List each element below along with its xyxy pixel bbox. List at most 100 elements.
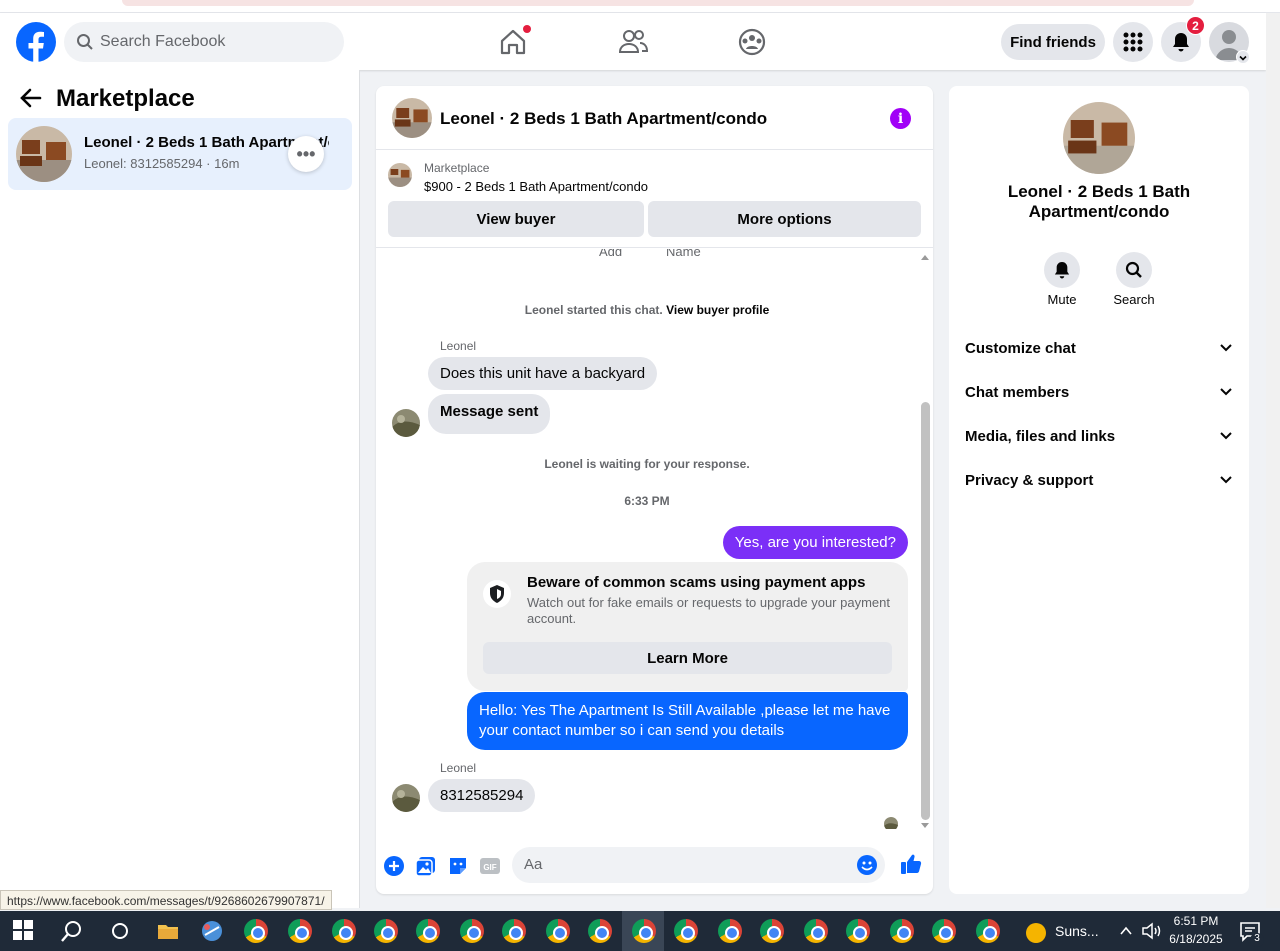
seen-avatar [884, 817, 898, 829]
sender-avatar[interactable] [392, 409, 420, 437]
clock-time[interactable]: 6:51 PM [1166, 914, 1226, 928]
menu-grid-button[interactable] [1113, 22, 1153, 62]
chrome-icon[interactable] [718, 919, 742, 943]
more-options-icon[interactable]: ••• [288, 136, 324, 172]
chrome-icon[interactable] [502, 919, 526, 943]
view-buyer-profile-link[interactable]: View buyer profile [666, 303, 769, 317]
chrome-icon[interactable] [588, 919, 612, 943]
more-options-button[interactable]: More options [648, 201, 921, 237]
back-arrow-icon[interactable] [20, 88, 42, 112]
home-icon[interactable] [491, 21, 535, 63]
chevron-up-icon[interactable] [1118, 923, 1134, 939]
sender-name: Leonel [440, 339, 477, 353]
status-url: https://www.facebook.com/messages/t/9268… [0, 890, 332, 910]
accordion-media-files-links[interactable]: Media, files and links [965, 414, 1233, 458]
chrome-icon[interactable] [546, 919, 570, 943]
chrome-icon[interactable] [976, 919, 1000, 943]
clock-date[interactable]: 6/18/2025 [1166, 932, 1226, 946]
learn-more-button[interactable]: Learn More [483, 642, 892, 674]
incoming-message[interactable]: Does this unit have a backyard [428, 357, 658, 390]
task-view-icon[interactable] [108, 919, 132, 943]
speaker-icon[interactable] [1141, 921, 1163, 941]
emoji-icon[interactable] [857, 855, 877, 875]
chrome-icon[interactable] [932, 919, 956, 943]
scam-warning-card: Beware of common scams using payment app… [467, 562, 908, 691]
snipping-tool-icon[interactable] [200, 919, 224, 943]
conversation-preview: Leonel: 8312585294 · 16m [84, 156, 240, 171]
chat-scroll-thumb[interactable] [921, 402, 930, 820]
message-list: Add Name Leonel started this chat. View … [376, 249, 933, 829]
accordion-customize-chat[interactable]: Customize chat [965, 326, 1233, 370]
weather-icon[interactable] [1024, 919, 1048, 943]
view-buyer-button[interactable]: View buyer [388, 201, 644, 237]
mute-label: Mute [1047, 292, 1077, 307]
find-friends-button[interactable]: Find friends [1001, 24, 1105, 60]
listing-image[interactable] [1063, 102, 1135, 174]
chrome-icon[interactable] [416, 919, 440, 943]
scroll-down-icon[interactable] [920, 822, 930, 830]
incoming-message[interactable]: 8312585294 [428, 779, 536, 812]
chrome-icon[interactable] [846, 919, 870, 943]
waiting-note: Leonel is waiting for your response. [544, 457, 750, 471]
sender-avatar[interactable] [392, 784, 420, 812]
notifications-button[interactable]: 2 [1161, 16, 1205, 62]
info-icon[interactable]: i [890, 108, 911, 129]
cut-label-add: Add [599, 249, 623, 259]
bell-icon [1173, 33, 1189, 52]
listing-price-title[interactable]: $900 - 2 Beds 1 Bath Apartment/condo [424, 179, 648, 194]
svg-text:GIF: GIF [483, 863, 496, 872]
message-input[interactable]: Aa [512, 847, 885, 883]
sticker-icon[interactable] [447, 855, 469, 877]
chrome-icon[interactable] [460, 919, 484, 943]
chrome-icon[interactable] [890, 919, 914, 943]
chrome-icon[interactable] [374, 919, 398, 943]
chrome-icon[interactable] [760, 919, 784, 943]
chrome-icon[interactable] [288, 919, 312, 943]
chevron-down-icon[interactable] [1236, 50, 1250, 64]
accordion-chat-members[interactable]: Chat members [965, 370, 1233, 414]
like-icon[interactable] [899, 852, 922, 874]
gif-icon[interactable]: GIF [479, 855, 501, 877]
home-notification-dot [523, 25, 531, 33]
search-chat-button[interactable] [1116, 252, 1152, 288]
browser-top-strip [0, 0, 1280, 13]
chrome-icon[interactable] [674, 919, 698, 943]
outgoing-message[interactable]: Yes, are you interested? [722, 526, 908, 559]
chat-title[interactable]: Leonel · 2 Beds 1 Bath Apartment/condo [440, 109, 767, 129]
search-icon [1125, 261, 1142, 278]
chrome-icon[interactable] [804, 919, 828, 943]
friends-icon[interactable] [611, 21, 655, 63]
weather-text[interactable]: Suns... [1055, 923, 1099, 939]
chrome-icon[interactable] [332, 919, 356, 943]
listing-thumbnail[interactable] [392, 98, 432, 138]
search-icon[interactable] [60, 919, 84, 943]
chrome-icon-active[interactable] [632, 919, 656, 943]
chat-scrollbar[interactable] [917, 249, 933, 831]
conversation-item[interactable]: Leonel · 2 Beds 1 Bath Apartment/c... Le… [8, 118, 352, 190]
page-scrollbar[interactable] [1266, 13, 1280, 908]
outgoing-message[interactable]: Hello: Yes The Apartment Is Still Availa… [467, 692, 908, 750]
message-input-placeholder: Aa [524, 856, 543, 873]
photo-icon[interactable] [415, 855, 437, 877]
plus-icon[interactable] [383, 855, 405, 877]
windows-start-icon[interactable] [12, 919, 36, 943]
scam-warning-desc: Watch out for fake emails or requests to… [527, 595, 890, 626]
search-bar[interactable]: Search Facebook [64, 22, 344, 62]
page-title: Marketplace [56, 85, 195, 112]
bell-icon [1054, 262, 1070, 279]
chrome-icon[interactable] [244, 919, 268, 943]
accordion-privacy-support[interactable]: Privacy & support [965, 458, 1233, 502]
scroll-up-icon[interactable] [920, 253, 930, 261]
facebook-logo[interactable] [16, 22, 56, 62]
incoming-message[interactable]: Message sent [428, 394, 551, 434]
grid-icon [1123, 32, 1143, 52]
chat-header: Leonel · 2 Beds 1 Bath Apartment/condo i [376, 86, 933, 150]
chat-details-panel: Leonel · 2 Beds 1 Bath Apartment/condo M… [949, 86, 1249, 894]
chevron-down-icon [1220, 432, 1232, 440]
groups-icon[interactable] [730, 21, 774, 63]
mute-button[interactable] [1044, 252, 1080, 288]
file-explorer-icon[interactable] [156, 919, 180, 943]
search-input[interactable]: Search Facebook [100, 33, 225, 51]
shield-icon [483, 580, 511, 608]
chevron-down-icon [1220, 476, 1232, 484]
